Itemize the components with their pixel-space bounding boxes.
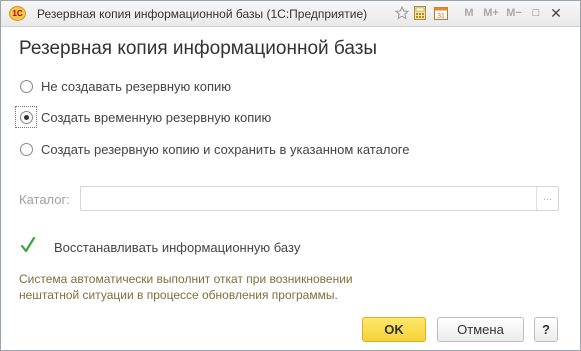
radio-backup-to-catalog[interactable]: Создать резервную копию и сохранить в ук… [20,139,410,159]
catalog-input[interactable] [81,187,536,210]
title-bar: 1С Резервная копия информационной базы (… [1,1,580,27]
help-button[interactable]: ? [534,317,558,342]
catalog-label: Каталог: [19,192,70,207]
svg-text:31: 31 [437,13,445,20]
info-note: Система автоматически выполнит откат при… [19,271,439,303]
ok-button[interactable]: OK [362,317,426,342]
restore-window-icon[interactable]: □ [529,5,543,22]
memory-minus-button[interactable]: M− [504,5,524,22]
checkmark-icon [20,236,36,253]
cancel-button[interactable]: Отмена [437,317,524,342]
restore-checkbox-label: Восстанавливать информационную базу [54,239,301,255]
restore-checkbox-row[interactable]: Восстанавливать информационную базу [20,236,301,257]
radio-button[interactable] [20,79,33,93]
catalog-select-button[interactable]: ... [536,187,558,210]
window-title: Резервная копия информационной базы (1С:… [37,7,368,21]
page-title: Резервная копия информационной базы [19,38,378,59]
close-icon[interactable]: ✕ [548,5,564,22]
dialog-window: 1С Резервная копия информационной базы (… [0,0,581,351]
info-note-line: нештатной ситуации в процессе обновления… [19,288,338,302]
radio-label: Не создавать резервную копию [41,78,232,94]
radio-label: Создать резервную копию и сохранить в ук… [41,141,410,157]
restore-checkbox[interactable] [20,236,36,255]
radio-button[interactable] [20,142,33,156]
calculator-icon[interactable] [412,5,428,22]
favorites-star-icon[interactable] [394,5,410,22]
calendar-icon[interactable]: 31 [433,5,449,22]
memory-plus-button[interactable]: M+ [481,5,501,22]
catalog-field: ... [80,186,559,211]
radio-button-selected[interactable] [20,110,33,124]
radio-no-backup[interactable]: Не создавать резервную копию [20,76,231,96]
radio-temporary-backup[interactable]: Создать временную резервную копию [20,107,271,127]
radio-label: Создать временную резервную копию [41,109,272,125]
memory-m-button[interactable]: M [462,5,476,22]
info-note-line: Система автоматически выполнит откат при… [19,272,353,286]
app-logo-icon: 1С [9,6,26,21]
